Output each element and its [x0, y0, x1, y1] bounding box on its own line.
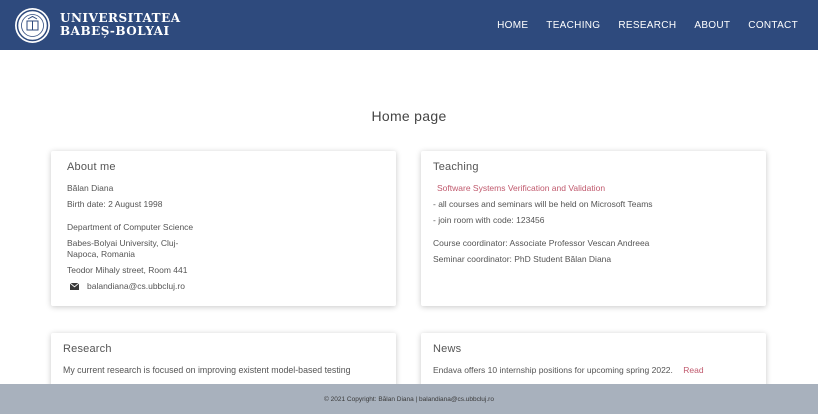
nav-home[interactable]: HOME: [497, 20, 528, 31]
news-text: Endava offers 10 internship positions fo…: [433, 365, 673, 375]
teaching-title: Teaching: [433, 161, 479, 173]
course-link[interactable]: Software Systems Verification and Valida…: [437, 183, 754, 194]
nav-teaching[interactable]: TEACHING: [546, 20, 600, 31]
page-footer: © 2021 Copyright: Bălan Diana | balandia…: [0, 384, 818, 414]
news-item: Endava offers 10 internship positions fo…: [433, 365, 754, 376]
teaching-card: Teaching Software Systems Verification a…: [421, 151, 766, 306]
research-text: My current research is focused on improv…: [63, 365, 351, 375]
teaching-note-code: - join room with code: 123456: [433, 215, 545, 225]
about-email[interactable]: balandiana@cs.ubbcluj.ro: [87, 281, 185, 291]
logo-wordmark: UNIVERSITATEA BABEȘ-BOLYAI: [60, 12, 181, 38]
teaching-note-teams: - all courses and seminars will be held …: [433, 199, 653, 209]
about-university-line-2: Napoca, Romania: [67, 249, 136, 259]
about-name: Bălan Diana: [67, 183, 114, 193]
footer-copyright: © 2021 Copyright: Bălan Diana | balandia…: [324, 395, 494, 403]
about-university-line-1: Babes-Bolyai University, Cluj-: [67, 238, 179, 248]
page-title: Home page: [371, 108, 447, 124]
course-coordinator: Course coordinator: Associate Professor …: [433, 238, 650, 248]
news-read-link[interactable]: Read: [683, 365, 703, 375]
about-birth-date: Birth date: 2 August 1998: [67, 199, 163, 209]
about-department: Department of Computer Science: [67, 222, 194, 232]
top-navbar: UNIVERSITATEA BABEȘ-BOLYAI HOME TEACHING…: [0, 0, 818, 50]
about-title: About me: [67, 161, 116, 173]
about-email-row[interactable]: balandiana@cs.ubbcluj.ro: [67, 281, 384, 291]
about-card: About me Bălan Diana Birth date: 2 Augus…: [51, 151, 396, 306]
news-title: News: [433, 343, 462, 355]
seminar-coordinator: Seminar coordinator: PhD Student Bălan D…: [433, 254, 612, 264]
nav-research[interactable]: RESEARCH: [618, 20, 676, 31]
about-address: Teodor Mihaly street, Room 441: [67, 265, 188, 275]
envelope-icon: [70, 282, 79, 290]
research-title: Research: [63, 343, 112, 355]
main-nav: HOME TEACHING RESEARCH ABOUT CONTACT: [479, 20, 798, 31]
nav-about[interactable]: ABOUT: [694, 20, 730, 31]
university-seal-icon: [15, 7, 50, 43]
nav-contact[interactable]: CONTACT: [748, 20, 798, 31]
logo-line-2: BABEȘ-BOLYAI: [60, 24, 170, 38]
university-logo[interactable]: UNIVERSITATEA BABEȘ-BOLYAI: [15, 7, 181, 43]
